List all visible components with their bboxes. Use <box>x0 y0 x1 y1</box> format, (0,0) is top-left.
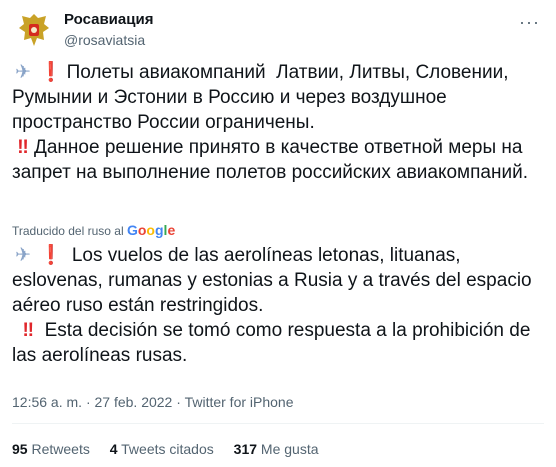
translation-attribution[interactable]: Traducido del ruso al Google <box>12 222 175 239</box>
retweets-stat[interactable]: 95 Retweets <box>12 441 90 457</box>
double-exclamation-icon: ‼ <box>17 137 29 158</box>
quotes-stat[interactable]: 4 Tweets citados <box>110 441 214 457</box>
tweet-text-es-2: Esta decisión se tomó como respuesta a l… <box>12 320 536 366</box>
handle[interactable]: @rosaviatsia <box>64 30 153 50</box>
translated-label: Traducido del ruso al <box>12 224 124 238</box>
airplane-icon: ✈ <box>15 245 31 266</box>
exclamation-icon: ❗ <box>39 245 63 266</box>
tweet-text: ✈ ❗ Полеты авиакомпаний Латвии, Литвы, С… <box>12 60 544 185</box>
double-exclamation-icon: ‼ <box>22 320 35 341</box>
tweet-meta: 12:56 a. m. · 27 feb. 2022 · Twitter for… <box>12 394 294 410</box>
translated-text: ✈ ❗ Los vuelos de las aerolíneas letonas… <box>12 243 544 368</box>
more-options-icon[interactable]: ··· <box>519 12 540 33</box>
display-name[interactable]: Росавиация <box>64 10 153 30</box>
avatar[interactable] <box>14 10 54 50</box>
tweet-text-es-1: Los vuelos de las aerolíneas letonas, li… <box>12 245 537 316</box>
translation-paragraph-2: ‼ Esta decisión se tomó como respuesta a… <box>12 318 544 368</box>
likes-stat[interactable]: 317 Me gusta <box>234 441 319 457</box>
likes-count: 317 <box>233 441 258 457</box>
quotes-label: Tweets citados <box>121 441 214 457</box>
airplane-icon: ✈ <box>15 62 31 83</box>
tweet-paragraph-2: ‼ Данное решение принято в качестве ответ… <box>12 135 544 185</box>
google-logo: Google <box>126 222 176 238</box>
tweet-paragraph-1: ✈ ❗ Полеты авиакомпаний Латвии, Литвы, С… <box>12 60 544 135</box>
tweet-time[interactable]: 12:56 a. m. <box>12 394 82 410</box>
tweet-stats: 95 Retweets 4 Tweets citados 317 Me gust… <box>12 440 335 458</box>
exclamation-icon: ❗ <box>39 62 63 83</box>
tweet-header: Росавиация @rosaviatsia ··· <box>12 8 544 52</box>
retweets-label: Retweets <box>31 441 90 457</box>
tweet-text-ru-1: Полеты авиакомпаний Латвии, Литвы, Слове… <box>12 62 514 133</box>
divider <box>12 423 544 424</box>
tweet-date[interactable]: 27 feb. 2022 <box>95 394 173 410</box>
translation-paragraph-1: ✈ ❗ Los vuelos de las aerolíneas letonas… <box>12 243 544 318</box>
quotes-count: 4 <box>109 441 118 457</box>
coat-of-arms-icon <box>19 14 49 46</box>
tweet-source: Twitter for iPhone <box>184 394 294 410</box>
tweet-text-ru-2: Данное решение принято в качестве ответн… <box>12 137 528 183</box>
likes-label: Me gusta <box>260 441 319 457</box>
retweets-count: 95 <box>12 441 28 457</box>
